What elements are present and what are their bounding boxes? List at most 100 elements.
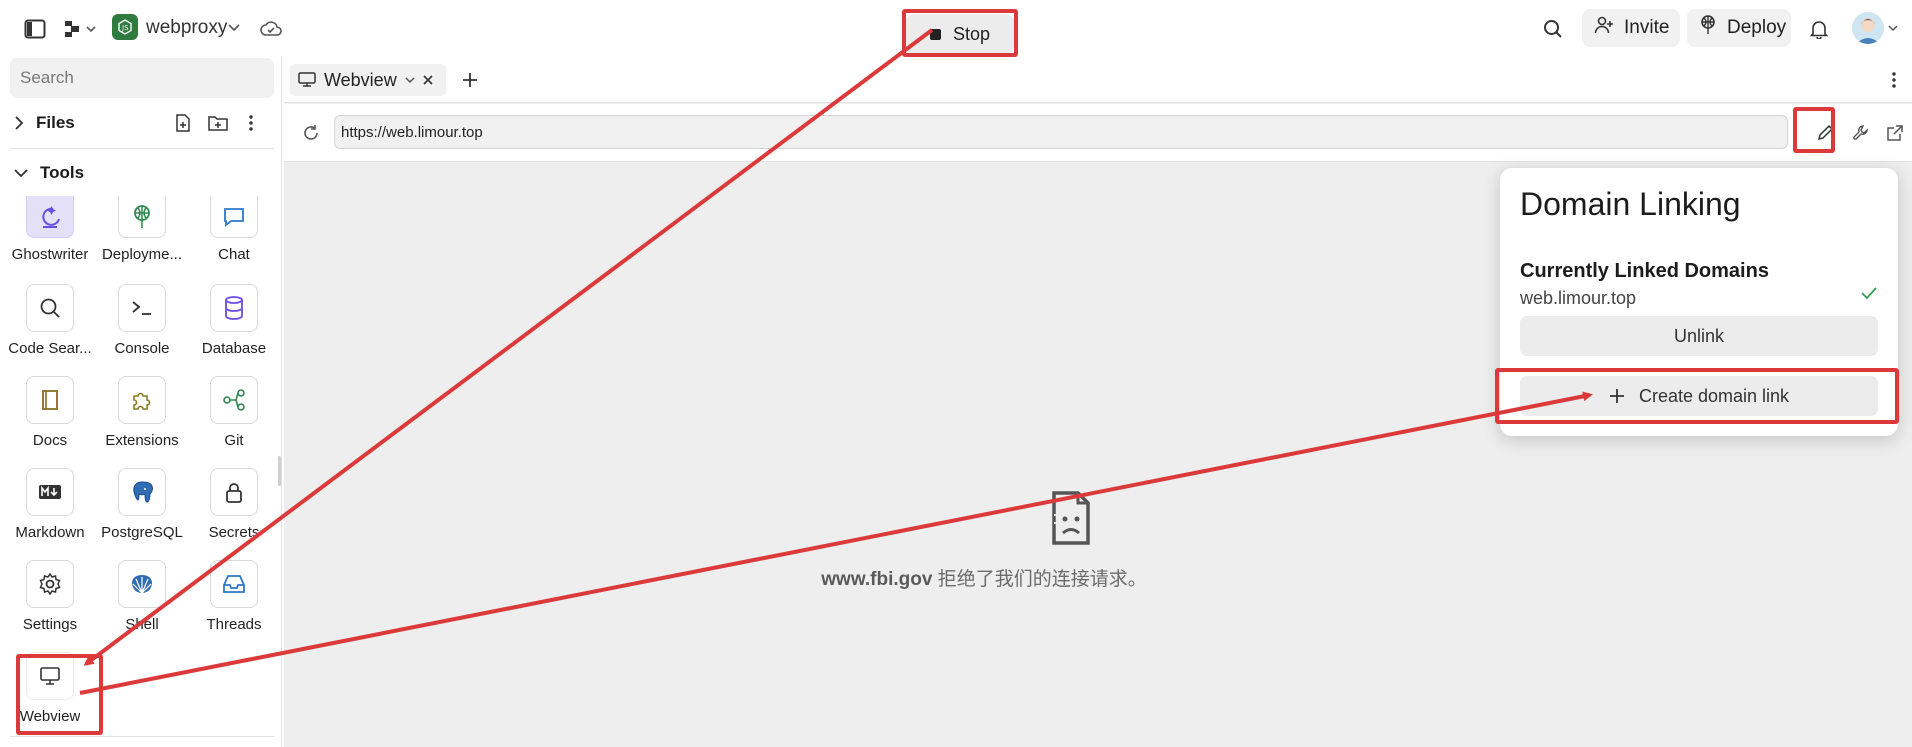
tool-label: Shell xyxy=(125,616,159,633)
sidebar-toggle-icon[interactable] xyxy=(22,16,48,42)
gear-icon xyxy=(26,560,74,608)
deploy-button[interactable]: Deploy xyxy=(1687,9,1791,47)
tool-label: Extensions xyxy=(105,432,179,449)
pencil-icon[interactable] xyxy=(1814,122,1836,144)
unlink-label: Unlink xyxy=(1673,325,1725,346)
tool-chat[interactable]: Chat xyxy=(188,196,280,263)
tab-bar: Webview xyxy=(284,56,1912,103)
lock-icon xyxy=(210,468,258,516)
tool-database[interactable]: Database xyxy=(188,284,280,357)
unlink-button[interactable]: Unlink xyxy=(1520,316,1878,356)
tool-label: Secrets xyxy=(208,524,260,541)
tool-ghostwriter[interactable]: Ghostwriter xyxy=(4,196,96,263)
markdown-icon xyxy=(26,468,74,516)
stop-button[interactable]: Stop xyxy=(906,14,1014,54)
tool-extensions[interactable]: Extensions xyxy=(96,376,188,449)
monitor-icon xyxy=(26,652,74,700)
sidebar-scrollbar[interactable] xyxy=(278,456,281,486)
avatar[interactable] xyxy=(1852,12,1884,44)
new-folder-icon[interactable] xyxy=(206,112,230,134)
inbox-icon xyxy=(210,560,258,608)
elephant-icon xyxy=(118,468,166,516)
plus-icon xyxy=(1609,389,1624,403)
stop-icon xyxy=(929,28,941,40)
url-bar xyxy=(284,104,1912,162)
invite-button[interactable]: Invite xyxy=(1582,9,1680,47)
create-domain-link-label: Create domain link xyxy=(1638,385,1790,406)
tool-settings[interactable]: Settings xyxy=(4,560,96,633)
search-icon xyxy=(26,284,74,332)
top-bar: JS webproxy Stop Invite Deploy xyxy=(0,0,1912,56)
git-icon xyxy=(210,376,258,424)
tool-secrets[interactable]: Secrets xyxy=(188,468,280,541)
console-icon xyxy=(118,284,166,332)
tool-label: Ghostwriter xyxy=(11,246,89,263)
popover-title: Domain Linking xyxy=(1520,186,1741,222)
tools-label: Tools xyxy=(40,163,85,182)
error-text: 拒绝了我们的连接请求。 xyxy=(932,569,1147,590)
search-input[interactable] xyxy=(10,58,274,98)
files-section-header[interactable]: Files xyxy=(14,110,75,136)
tool-label: Console xyxy=(114,340,170,357)
tool-label: Code Sear... xyxy=(8,340,92,357)
linked-domains-heading: Currently Linked Domains xyxy=(1520,260,1769,282)
more-icon[interactable] xyxy=(242,112,260,134)
tool-label: Webview xyxy=(19,708,81,725)
tool-threads[interactable]: Threads xyxy=(188,560,280,633)
linked-domain: web.limour.top xyxy=(1520,288,1637,308)
create-domain-link-button[interactable]: Create domain link xyxy=(1520,376,1878,416)
wrench-icon[interactable] xyxy=(1850,122,1872,144)
external-link-icon[interactable] xyxy=(1884,122,1906,144)
broken-page-icon xyxy=(1050,488,1096,548)
tool-label: Git xyxy=(224,432,244,449)
domain-linking-popover: Domain Linking Currently Linked Domains … xyxy=(1500,168,1898,436)
tool-deployments[interactable]: Deployme... xyxy=(96,196,188,263)
new-tab-icon[interactable] xyxy=(458,68,482,92)
chevron-right-icon xyxy=(15,116,24,130)
cloud-sync-icon[interactable] xyxy=(258,16,284,42)
new-file-icon[interactable] xyxy=(172,112,194,134)
sidebar-divider xyxy=(10,736,274,737)
tool-label: Deployme... xyxy=(101,246,183,263)
database-icon xyxy=(210,284,258,332)
project-name[interactable]: webproxy xyxy=(146,17,227,39)
tool-git[interactable]: Git xyxy=(188,376,280,449)
shell-icon xyxy=(118,560,166,608)
chevron-down-icon[interactable] xyxy=(405,76,415,84)
tool-webview[interactable]: Webview xyxy=(4,652,96,725)
bell-icon[interactable] xyxy=(1806,16,1832,42)
chevron-down-icon[interactable] xyxy=(226,18,242,38)
tool-docs[interactable]: Docs xyxy=(4,376,96,449)
deploy-label: Deploy xyxy=(1727,17,1787,38)
chevron-down-icon xyxy=(14,169,28,178)
tool-label: PostgreSQL xyxy=(101,524,183,541)
tool-postgresql[interactable]: PostgreSQL xyxy=(96,468,188,541)
avatar-chevron-icon[interactable] xyxy=(1886,20,1900,36)
replit-menu-icon[interactable] xyxy=(62,16,98,42)
puzzle-icon xyxy=(118,376,166,424)
tool-console[interactable]: Console xyxy=(96,284,188,357)
close-icon[interactable] xyxy=(418,70,438,90)
deploy-icon xyxy=(1699,15,1717,41)
tool-shell[interactable]: Shell xyxy=(96,560,188,633)
tool-code-search[interactable]: Code Sear... xyxy=(4,284,96,357)
check-icon xyxy=(1860,286,1878,305)
book-icon xyxy=(26,376,74,424)
project-logo-icon: JS xyxy=(112,14,138,40)
error-message: www.fbi.gov 拒绝了我们的连接请求。 xyxy=(644,564,1324,591)
stop-button-label: Stop xyxy=(952,23,991,44)
tool-label: Threads xyxy=(206,616,262,633)
search-icon[interactable] xyxy=(1540,16,1566,42)
deployments-icon xyxy=(118,196,166,238)
sidebar-divider xyxy=(10,148,274,149)
chat-icon xyxy=(210,196,258,238)
tool-markdown[interactable]: Markdown xyxy=(4,468,96,541)
tools-section-header[interactable]: Tools xyxy=(14,160,84,186)
tool-label: Database xyxy=(201,340,267,357)
more-icon[interactable] xyxy=(1886,68,1902,92)
url-input[interactable] xyxy=(334,115,1788,149)
files-label: Files xyxy=(36,113,75,132)
svg-text:JS: JS xyxy=(121,24,129,32)
reload-icon[interactable] xyxy=(300,122,322,144)
ghostwriter-icon xyxy=(26,196,74,238)
